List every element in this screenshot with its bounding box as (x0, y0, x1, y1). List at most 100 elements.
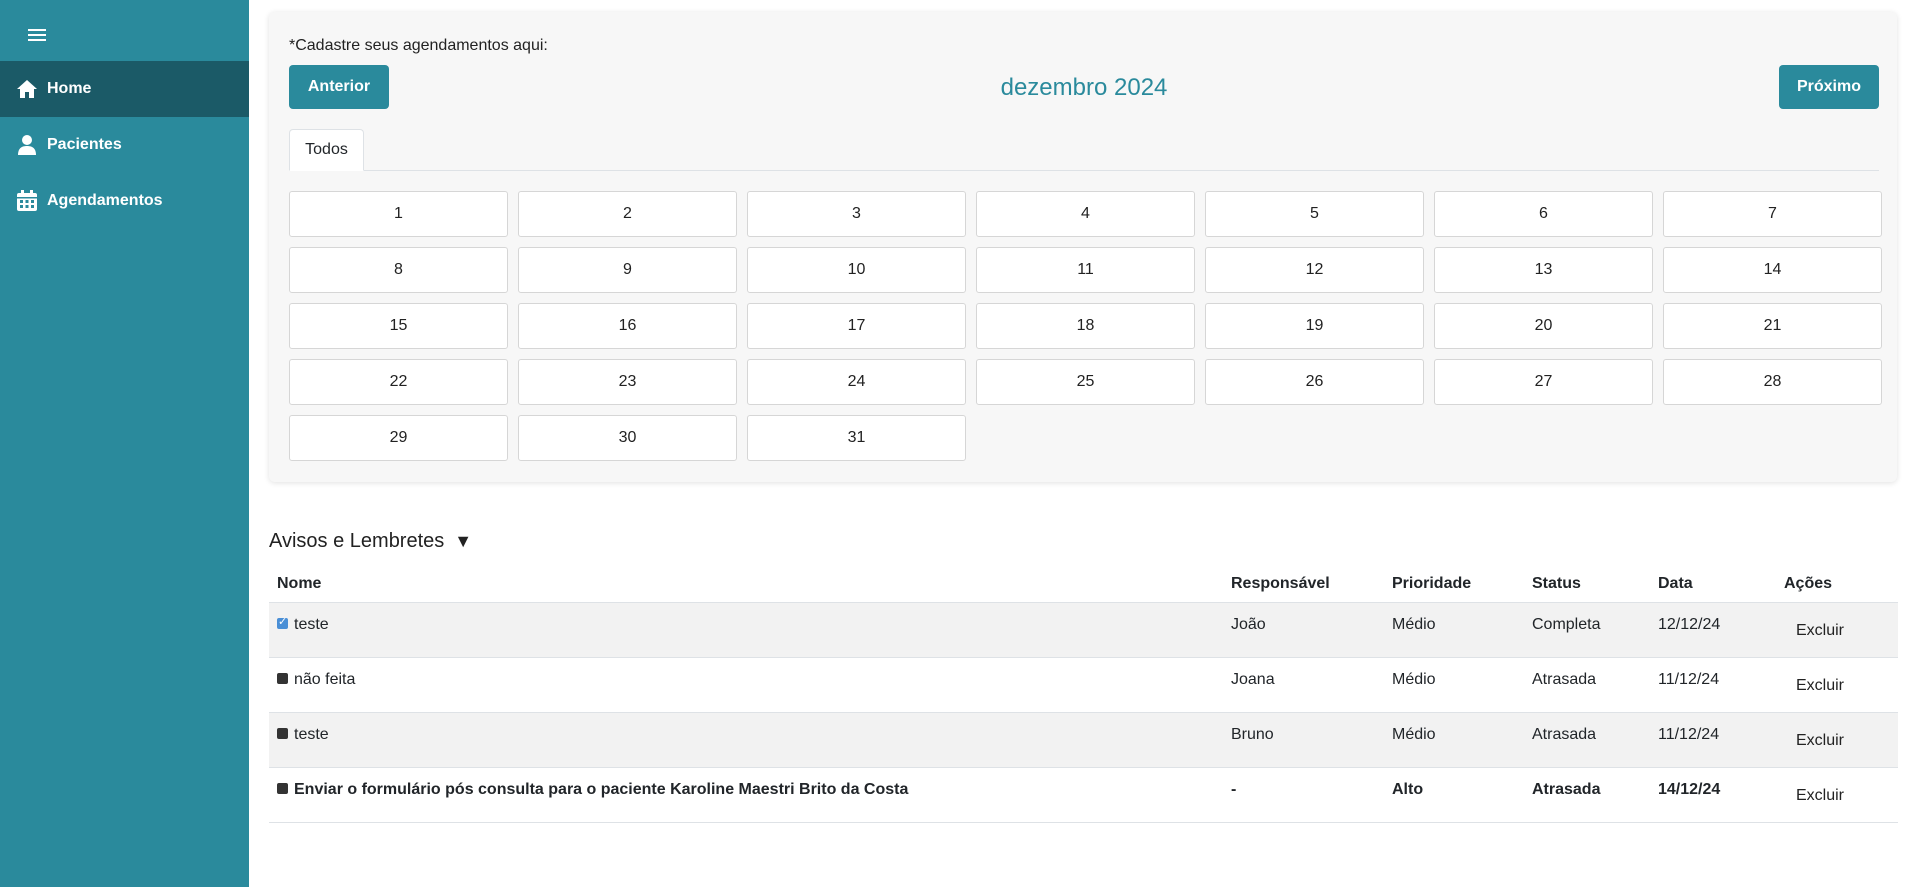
cell-prioridade: Médio (1384, 601, 1524, 657)
home-icon (15, 77, 39, 101)
cell-prioridade: Médio (1384, 711, 1524, 767)
unchecked-checkbox[interactable] (277, 672, 288, 684)
cell-data: 12/12/24 (1650, 601, 1776, 657)
user-icon (15, 133, 39, 157)
calendar-day[interactable]: 28 (1663, 359, 1882, 405)
calendar-day[interactable]: 20 (1434, 303, 1653, 349)
calendar-day[interactable]: 13 (1434, 247, 1653, 293)
cell-responsavel: - (1223, 766, 1384, 823)
calendar-day[interactable]: 31 (747, 415, 966, 461)
header-acoes: Ações (1784, 575, 1833, 593)
cell-responsavel: Joana (1223, 656, 1384, 712)
main-content: *Cadastre seus agendamentos aqui: Anteri… (249, 0, 1910, 887)
cell-acoes: Excluir (1776, 656, 1898, 712)
cell-nome: teste (269, 711, 1223, 767)
cell-responsavel: Bruno (1223, 711, 1384, 767)
calendar-day[interactable]: 4 (976, 191, 1195, 237)
calendar-day-grid: 1 2 3 4 5 6 7 8 9 10 11 12 13 14 15 16 17 18 19 20 21 22 23 24 2… (289, 191, 1882, 461)
calendar-day[interactable]: 19 (1205, 303, 1424, 349)
tab-divider (289, 170, 1879, 171)
table-row: não feita Joana Médio Atrasada 11/12/24 Exclu… (269, 656, 1898, 712)
calendar-day[interactable]: 22 (289, 359, 508, 405)
calendar-day[interactable]: 14 (1663, 247, 1882, 293)
cell-prioridade: Alto (1384, 766, 1524, 823)
calendar-day[interactable]: 3 (747, 191, 966, 237)
sidebar-item-label: Pacientes (47, 136, 122, 153)
cell-data: 11/12/24 (1650, 711, 1776, 767)
table-row: Enviar o formulário pós consulta para o … (269, 766, 1898, 823)
sidebar-item-home[interactable]: Home (0, 61, 249, 117)
cell-acoes: Excluir (1776, 711, 1898, 767)
notice-name: teste (294, 725, 329, 743)
cell-data: 11/12/24 (1650, 656, 1776, 712)
calendar-day[interactable]: 12 (1205, 247, 1424, 293)
cell-status: Atrasada (1524, 656, 1650, 712)
sidebar-item-label: Home (47, 80, 92, 97)
calendar-day[interactable]: 25 (976, 359, 1195, 405)
cell-acoes: Excluir (1776, 601, 1898, 657)
calendar-day[interactable]: 21 (1663, 303, 1882, 349)
next-month-button[interactable]: Próximo (1779, 65, 1879, 109)
sidebar-nav: Home Pacientes Agendamentos (0, 61, 249, 229)
notice-name: teste (294, 615, 329, 633)
cell-nome: teste (269, 601, 1223, 657)
header-prioridade[interactable]: Prioridade (1384, 567, 1524, 602)
notice-name: Enviar o formulário pós consulta para o … (294, 780, 909, 798)
calendar-day[interactable]: 15 (289, 303, 508, 349)
calendar-icon (15, 189, 39, 213)
calendar-day[interactable]: 2 (518, 191, 737, 237)
triangle-down-icon: ▼ (454, 531, 473, 551)
cell-status: Completa (1524, 601, 1650, 657)
calendar-day[interactable]: 27 (1434, 359, 1653, 405)
cell-responsavel: João (1223, 601, 1384, 657)
calendar-day[interactable]: 11 (976, 247, 1195, 293)
cell-nome: não feita (269, 656, 1223, 712)
menu-toggle-icon[interactable] (28, 24, 46, 42)
calendar-day[interactable]: 18 (976, 303, 1195, 349)
notices-title: Avisos e Lembretes (269, 530, 445, 552)
calendar-day[interactable]: 1 (289, 191, 508, 237)
table-row: teste Bruno Médio Atrasada 11/12/24 Excluir (269, 711, 1898, 767)
sidebar: Home Pacientes Agendamentos (0, 0, 249, 887)
header-data[interactable]: Data (1650, 567, 1776, 602)
calendar-day[interactable]: 17 (747, 303, 966, 349)
calendar-day[interactable]: 23 (518, 359, 737, 405)
notice-name: não feita (294, 670, 356, 688)
table-row: teste JoãoMédioCompleta12/12/24 Excluir (269, 601, 1898, 657)
month-title: dezembro 2024 (1000, 74, 1168, 101)
sidebar-item-agendamentos[interactable]: Agendamentos (0, 173, 249, 229)
calendar-day[interactable]: 5 (1205, 191, 1424, 237)
delete-button[interactable]: Excluir (1784, 677, 1844, 695)
cell-data: 14/12/24 (1650, 766, 1776, 823)
unchecked-checkbox[interactable] (277, 782, 288, 794)
tab-todos[interactable]: Todos (289, 129, 364, 171)
calendar-day[interactable]: 24 (747, 359, 966, 405)
notices-toggle[interactable]: Avisos e Lembretes ▼ (269, 530, 472, 553)
delete-button[interactable]: Excluir (1784, 732, 1844, 750)
checked-checkbox[interactable] (277, 615, 288, 629)
calendar-day[interactable]: 6 (1434, 191, 1653, 237)
calendar-day[interactable]: 26 (1205, 359, 1424, 405)
calendar-day[interactable]: 16 (518, 303, 737, 349)
cell-nome: Enviar o formulário pós consulta para o … (269, 766, 1223, 823)
unchecked-checkbox[interactable] (277, 727, 288, 739)
calendar-day[interactable]: 8 (289, 247, 508, 293)
delete-button[interactable]: Excluir (1784, 622, 1844, 640)
sidebar-item-label: Agendamentos (47, 192, 163, 209)
calendar-day[interactable]: 10 (747, 247, 966, 293)
calendar-day[interactable]: 29 (289, 415, 508, 461)
calendar-day[interactable]: 7 (1663, 191, 1882, 237)
cell-status: Atrasada (1524, 711, 1650, 767)
calendar-day[interactable]: 30 (518, 415, 737, 461)
header-nome[interactable]: Nome (269, 567, 1223, 602)
calendar-day[interactable]: 9 (518, 247, 737, 293)
header-status[interactable]: Status (1524, 567, 1650, 602)
cell-acoes: Excluir (1776, 766, 1898, 823)
cell-prioridade: Médio (1384, 656, 1524, 712)
cell-status: Atrasada (1524, 766, 1650, 823)
sidebar-item-pacientes[interactable]: Pacientes (0, 117, 249, 173)
notices-table: Nome Responsável Prioridade Status Data … (269, 567, 1898, 823)
header-responsavel[interactable]: Responsável (1223, 567, 1384, 602)
table-header-row: Nome Responsável Prioridade Status Data … (269, 567, 1898, 602)
delete-button[interactable]: Excluir (1784, 787, 1844, 805)
